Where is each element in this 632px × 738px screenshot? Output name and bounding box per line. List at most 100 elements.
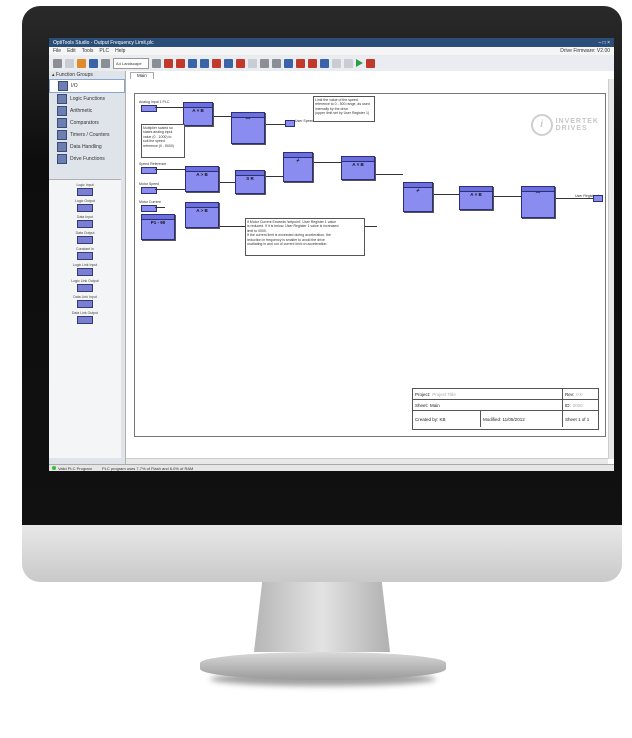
menu-file[interactable]: File [53,48,61,54]
cut-icon[interactable] [272,58,281,68]
input-label-motor-current: Motor Current [139,200,161,204]
data-link-input-icon [77,300,93,308]
block-icon-4[interactable] [200,58,209,68]
disabled-icon-2[interactable] [344,58,353,68]
arithmetic-icon [57,106,67,116]
wire [155,169,185,170]
print-icon[interactable] [152,58,161,68]
save-icon[interactable] [89,58,98,68]
palette-data-link-input[interactable]: Data Link Input [49,295,121,308]
download-icon[interactable] [308,58,317,68]
sheet-of-cell: Sheet 1 of 1 [565,416,590,422]
function-block-greater-than-2[interactable]: A > B [185,202,219,228]
page-layout-select[interactable]: A4 Landscape [113,57,149,69]
block-icon-5[interactable] [212,58,221,68]
input-label-analog: Analog Input 1 PLC [139,100,170,104]
maximize-button[interactable]: □ [603,40,606,46]
redo-icon[interactable] [248,58,257,68]
wire [155,189,185,190]
function-groups-header[interactable]: ▴ Function Groups [49,71,125,79]
wire [373,174,403,175]
menu-tools[interactable]: Tools [82,48,94,54]
stop-icon[interactable] [366,58,375,68]
title-block: Project: Project Title Rev: 0.0 Sheet: Main… [412,388,599,430]
palette-logic-link-input[interactable]: Logic Link Input [49,263,121,276]
firmware-label: Drive Firmware: V2.00 [560,48,610,54]
note-motor-current[interactable]: If Motor Current Exceeds 'setpoint', Use… [245,218,365,256]
tab-main[interactable]: Main [130,72,154,79]
palette-data-link-output[interactable]: Data Link Output [49,311,121,324]
diagram-sheet[interactable]: i INVERTEK DRIVES Analog Input 1 PLC Spe… [134,93,606,437]
note-multiplier[interactable]: Multiplier scaled so states analog input… [141,124,185,158]
group-arithmetic[interactable]: Arithmetic [49,105,125,117]
function-block-multiply-2[interactable]: A × B [341,156,375,180]
monitor-icon[interactable] [320,58,329,68]
block-expr: S R [246,176,254,181]
data-icon [57,142,67,152]
block-icon-1[interactable] [164,58,173,68]
select-symbol: ⌒ [245,118,251,123]
drive-icon [57,154,67,164]
function-block-greater-than-1[interactable]: A > B [185,166,219,192]
function-block-rs-latch[interactable]: S R [235,170,265,194]
menu-edit[interactable]: Edit [67,48,76,54]
palette-logic-input[interactable]: Logic Input [49,183,121,196]
print-preview-icon[interactable] [101,58,110,68]
function-block-select-2[interactable]: ⌒ [521,186,555,218]
switch-symbol: ⌿ [296,158,300,163]
input-label-speed-ref: Speed Reference [139,162,167,166]
block-icon-2[interactable] [176,58,185,68]
status-valid: Valid PLC Program [52,466,92,471]
block-expr: P1 - 90 [150,220,166,225]
palette-data-input[interactable]: Data Input [49,215,121,228]
close-button[interactable]: × [607,40,610,46]
output-tag-speed-ref[interactable] [285,120,295,127]
switch-symbol: ⌿ [416,188,420,193]
paste-icon[interactable] [284,58,293,68]
new-file-icon[interactable] [65,58,74,68]
group-data-handling[interactable]: Data Handling [49,141,125,153]
modified-cell: Modified: 11/05/2012 [481,411,563,427]
copy-icon[interactable] [260,58,269,68]
logic-icon [57,94,67,104]
block-expr: A > B [196,172,208,177]
open-folder-icon[interactable] [77,58,86,68]
logic-input-icon [77,188,93,196]
grid-icon[interactable] [53,58,62,68]
minimize-button[interactable]: – [598,40,601,46]
group-comparators[interactable]: Comparators [49,117,125,129]
title-bar: OptiTools Studio - Output Frequency Limi… [49,38,614,47]
group-io[interactable]: I/O [49,79,125,93]
vertical-scrollbar[interactable] [608,79,614,459]
function-block-multiply-3[interactable]: A × B [459,186,493,210]
note-limit-speed[interactable]: Limit the value of the speed reference t… [313,96,375,122]
invertek-logo: i INVERTEK DRIVES [530,114,599,136]
wire [263,176,283,177]
rev-cell: Rev: 0.0 [565,391,583,397]
menu-help[interactable]: Help [115,48,125,54]
palette-logic-link-output[interactable]: Logic Link Output [49,279,121,292]
palette-constant-in[interactable]: Constant In [49,247,121,260]
disabled-icon-1[interactable] [332,58,341,68]
logic-output-icon [77,204,93,212]
palette-data-output[interactable]: Data Output [49,231,121,244]
upload-icon[interactable] [296,58,305,68]
wire [311,162,341,163]
block-icon-3[interactable] [188,58,197,68]
block-icon-6[interactable] [224,58,233,68]
function-block-data-select-1[interactable]: ⌿ [283,152,313,182]
function-block-data-select-2[interactable]: ⌿ [403,182,433,212]
group-timers-counters[interactable]: Timers / Counters [49,129,125,141]
palette-logic-output[interactable]: Logic Output [49,199,121,212]
constant-in-icon [77,252,93,260]
function-block-multiply-1[interactable]: A × B [183,102,213,126]
output-tag-user-register[interactable] [593,195,603,202]
group-drive-functions[interactable]: Drive Functions [49,153,125,165]
function-block-select-1[interactable]: ⌒ [231,112,265,144]
undo-icon[interactable] [236,58,245,68]
run-icon[interactable] [356,59,363,67]
toolbar: A4 Landscape [49,55,614,72]
group-logic-functions[interactable]: Logic Functions [49,93,125,105]
menu-plc[interactable]: PLC [99,48,109,54]
function-block-constant[interactable]: P1 - 90 [141,214,175,240]
